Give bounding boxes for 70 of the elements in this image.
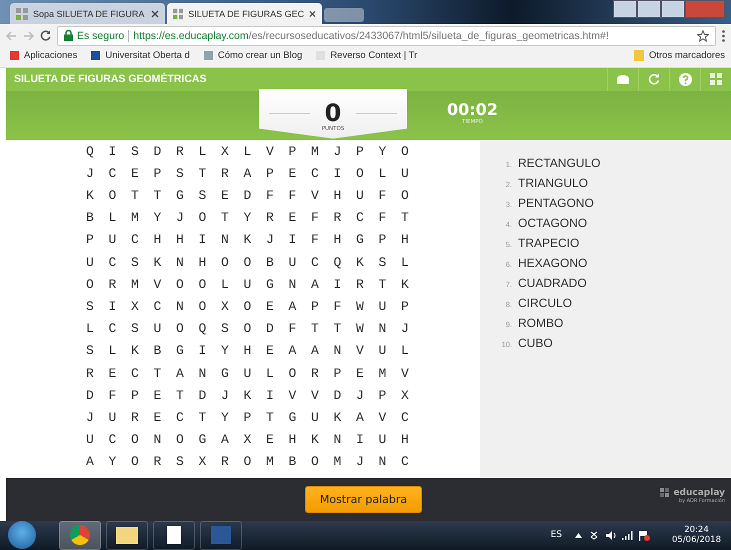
taskbar-app[interactable] <box>59 520 101 550</box>
word-item: CIRCULO <box>518 296 572 310</box>
letter-row[interactable]: O R M V O O L U G N A I R T K <box>86 274 412 296</box>
url-text: https://es.educaplay.com/es/recursoseducativos/2433067/html5/silueta_de_figuras_geometricas.htm#! <box>133 30 610 42</box>
grid-icon <box>173 8 184 20</box>
letter-row[interactable]: R E C T A N G U L O R P E M V <box>86 362 412 385</box>
lock-icon <box>64 30 73 42</box>
letter-row[interactable]: U C S K N H O O B U C Q K S L <box>86 252 412 274</box>
word-item: CUBO <box>518 336 553 350</box>
brand-name: educaplay <box>673 488 725 498</box>
letter-row[interactable]: S L K B G I Y H E A A N V U L <box>86 340 412 362</box>
star-icon[interactable] <box>697 30 709 42</box>
bookmark-icon <box>204 51 213 60</box>
word-item: PENTAGONO <box>518 196 594 210</box>
game-title: SILUETA DE FIGURAS GEOMÉTRICAS <box>14 73 207 86</box>
reload-icon[interactable] <box>40 30 51 42</box>
letter-row[interactable]: J C E P S T R A P E C I O L U <box>86 162 412 185</box>
bookmark-icon <box>91 51 100 60</box>
bookmark-link[interactable]: Aplicaciones <box>10 50 78 62</box>
clock-time: 20:24 <box>684 525 709 536</box>
browser-icon <box>70 525 90 546</box>
language-indicator[interactable]: ES <box>550 530 562 540</box>
bookmark-link[interactable]: Universitat Oberta d <box>91 50 190 62</box>
close-icon[interactable] <box>309 10 316 18</box>
word-item: ROMBO <box>518 316 564 330</box>
letter-row[interactable]: L C S U O Q S O D F T T W N J <box>86 318 412 340</box>
letter-row[interactable]: A Y O R S X R O M B O M J N C <box>86 451 412 474</box>
user-button[interactable] <box>613 0 637 18</box>
letter-row[interactable]: Q I S D R L X L V P M J P Y O <box>86 140 412 163</box>
bookmark-link[interactable]: Otros marcadores <box>634 50 725 62</box>
letter-row[interactable]: P U C H H I N K J I F H G P H <box>86 229 412 252</box>
address-field[interactable]: Es seguro https://es.educaplay.com/es/recursoseducativos/2433067/html5/silueta_de_figuras_geometricas.htm#! <box>57 26 716 46</box>
document-icon <box>167 526 181 544</box>
word-item: CUADRADO <box>518 276 587 290</box>
security-label: Es seguro <box>77 30 124 42</box>
letter-row[interactable]: B L M Y J O T Y R E F R C F T <box>86 207 412 230</box>
bookmark-icon <box>10 51 19 60</box>
browser-tab[interactable]: SILUETA DE FIGURAS GEC <box>167 3 322 24</box>
taskbar-app[interactable] <box>106 520 148 550</box>
word-item: RECTANGULO <box>518 156 600 170</box>
timer-value: 00:02 <box>447 100 498 119</box>
tab-title: Sopa SILUETA DE FIGURA <box>33 8 146 19</box>
logo-icon <box>660 488 670 498</box>
word-icon <box>211 526 231 544</box>
word-item: TRIANGULO <box>518 176 588 190</box>
word-item: TRAPECIO <box>518 236 580 250</box>
folder-icon <box>116 526 138 544</box>
word-item: HEXAGONO <box>518 256 588 270</box>
maximize-button[interactable] <box>661 0 685 18</box>
new-tab-button[interactable] <box>324 8 364 22</box>
close-icon[interactable] <box>151 10 159 18</box>
bookmark-link[interactable]: Reverso Context | Tr <box>316 50 418 62</box>
minimize-button[interactable] <box>637 0 661 18</box>
show-word-button[interactable]: Mostrar palabra <box>304 486 422 513</box>
bookmark-link[interactable]: Cómo crear un Blog <box>204 50 302 62</box>
score-value: 0 <box>324 100 342 126</box>
browser-tab[interactable]: Sopa SILUETA DE FIGURA <box>10 3 165 24</box>
letter-row[interactable]: S I X C N O X O E A P F W U P <box>86 296 412 318</box>
taskbar-app[interactable] <box>153 520 195 550</box>
menu-icon[interactable] <box>722 30 725 42</box>
start-button[interactable] <box>8 521 36 550</box>
letter-row[interactable]: U C O N O G A X E H K N I U H <box>86 429 412 452</box>
clock-date: 05/06/2018 <box>672 535 721 546</box>
letter-row[interactable]: D F P E T D J K I V V D J P X <box>86 384 412 407</box>
word-item: OCTAGONO <box>518 216 588 230</box>
grid-icon <box>16 8 28 20</box>
letter-row[interactable]: K O T T G S E D F F V H U F O <box>86 185 412 208</box>
folder-icon <box>634 50 644 62</box>
tab-title: SILUETA DE FIGURAS GEC <box>188 8 304 19</box>
letter-row[interactable]: J U R E C T Y P T G U K A V C <box>86 406 412 430</box>
